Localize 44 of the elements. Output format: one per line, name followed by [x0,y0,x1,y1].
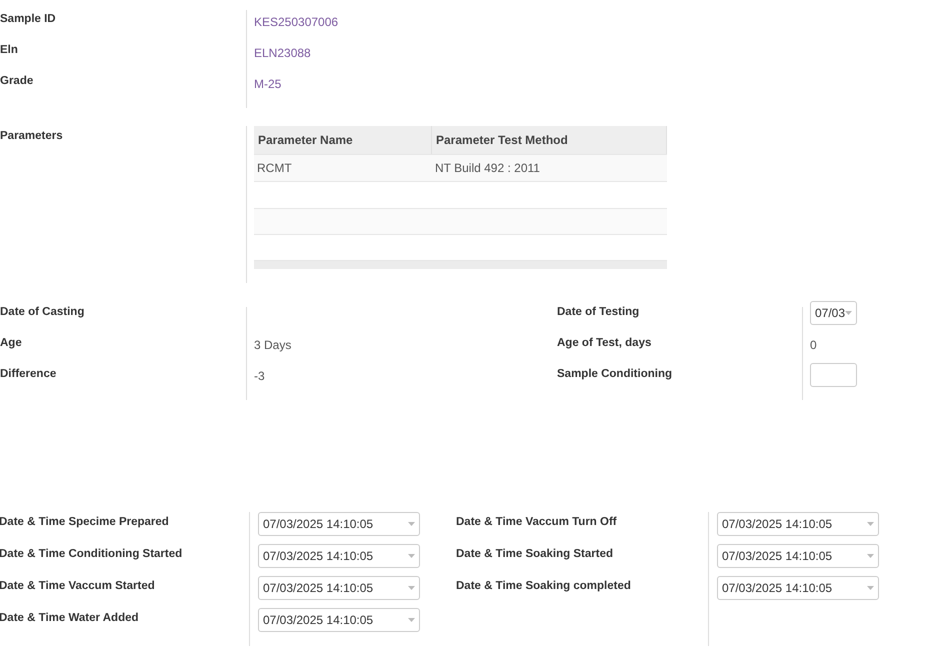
field-label: Grade [0,76,34,88]
field-label: Date & Time Vaccum Started [0,581,155,592]
field-label: Eln [0,45,18,56]
field-label: Difference [0,369,56,380]
caret-icon [408,522,415,526]
column-header: Parameter Test Method [432,126,667,154]
datetime-field[interactable]: 07/03/2025 14:10:05 [258,544,420,568]
caret-icon [845,311,852,315]
field-value: 0 [810,338,817,351]
field-link[interactable]: M-25 [254,77,282,90]
field-label: Date of Casting [0,307,84,318]
table-cell-text: NT Build 492 : 2011 [434,160,541,177]
table-cell-text: RCMT [256,160,293,177]
field-value: -3 [254,369,265,382]
field-label: Sample Conditioning [557,369,672,380]
field-label: Date & Time Vaccum Turn Off [456,517,617,528]
caret-icon [867,554,874,558]
caret-icon [867,522,874,526]
field-label: Date & Time Specime Prepared [0,517,169,528]
field-link[interactable]: ELN23088 [254,46,311,59]
field-label: Date of Testing [557,307,640,318]
date-field[interactable]: 07/03 [810,301,857,325]
field-value: 3 Days [254,338,292,351]
field-label: Parameters [0,131,64,142]
field-label: Sample ID [0,14,56,26]
column-header: Parameter Name [254,126,432,154]
datetime-field[interactable]: 07/03/2025 14:10:05 [717,512,879,536]
caret-icon [867,586,874,590]
field-label: Date & Time Conditioning Started [0,549,182,560]
field-label: Date & Time Soaking completed [456,581,631,592]
datetime-field[interactable]: 07/03/2025 14:10:05 [258,608,420,632]
field-link[interactable]: KES250307006 [254,15,338,28]
field-label: Age of Test, days [557,338,652,350]
field-label: Age [0,338,22,350]
field-label: Date & Time Soaking Started [456,549,613,560]
datetime-field[interactable]: 07/03/2025 14:10:05 [717,544,879,568]
datetime-field[interactable]: 07/03/2025 14:10:05 [258,576,420,600]
datetime-field[interactable]: 07/03/2025 14:10:05 [258,512,420,536]
caret-icon [408,586,415,590]
input-field[interactable] [810,363,857,387]
field-label: Date & Time Water Added [0,613,139,624]
datetime-field[interactable]: 07/03/2025 14:10:05 [717,576,879,600]
caret-icon [408,554,415,558]
caret-icon [408,618,415,622]
